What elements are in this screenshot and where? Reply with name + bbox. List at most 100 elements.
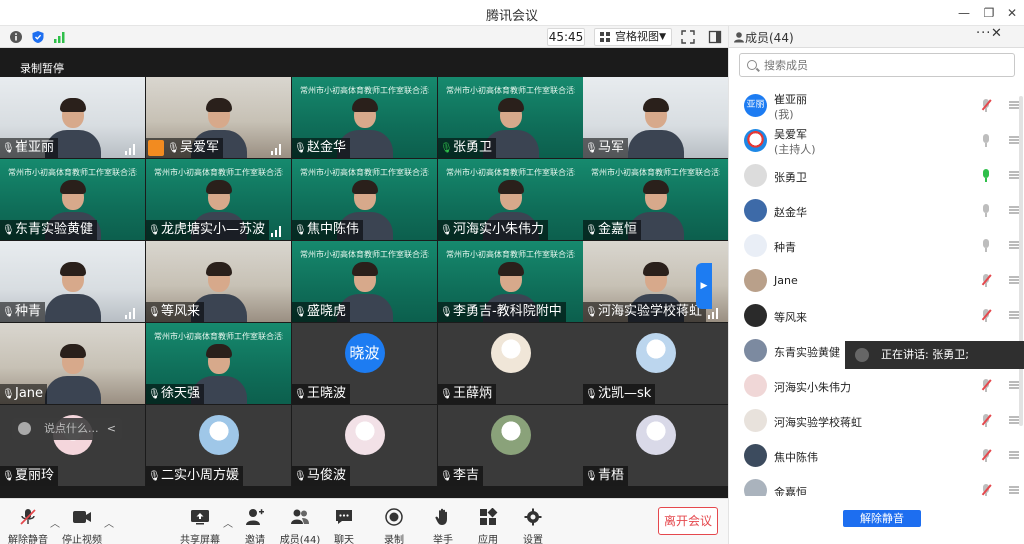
- mic-muted-icon[interactable]: [981, 274, 992, 287]
- next-page-arrow[interactable]: ▶: [696, 263, 712, 309]
- member-search-input[interactable]: [764, 56, 1004, 74]
- signal-strength-icon: [708, 308, 720, 319]
- participant-tile[interactable]: 常州市小初高体育教师工作室联合活动 🎙徐天强: [146, 323, 291, 404]
- camera-status-icon: [1009, 171, 1019, 179]
- member-row[interactable]: 种青: [729, 228, 1024, 263]
- emoji-icon[interactable]: [18, 422, 31, 435]
- member-row[interactable]: 张勇卫: [729, 158, 1024, 193]
- mic-muted-icon[interactable]: [981, 484, 992, 496]
- mic-muted-icon: 🎙: [148, 471, 161, 482]
- participant-tile[interactable]: 常州市小初高体育教师工作室联合活动 🎙赵金华: [292, 77, 437, 158]
- member-row[interactable]: 焦中陈伟: [729, 438, 1024, 473]
- mic-active-icon[interactable]: [982, 169, 990, 182]
- participant-tile[interactable]: 常州市小初高体育教师工作室联合活动 🎙龙虎塘实小—苏波: [146, 159, 291, 240]
- participant-tile[interactable]: 🎙沈凯—sk: [583, 323, 728, 404]
- participant-name: Jane: [15, 386, 44, 401]
- participant-tile[interactable]: 常州市小初高体育教师工作室联合活动 🎙金嘉恒: [583, 159, 728, 240]
- collapse-chevron-icon[interactable]: <: [107, 418, 116, 440]
- camera-status-icon: [1009, 241, 1019, 249]
- settings-button[interactable]: 设置: [505, 499, 561, 544]
- maximize-icon[interactable]: ❐: [978, 4, 1000, 22]
- view-mode-button[interactable]: 宫格视图 ▼: [594, 28, 672, 46]
- participant-avatar: [490, 333, 531, 373]
- member-list: 亚丽 崔亚丽 (我) 吴爱军 (主持人) 张勇卫 赵金华 种青 Jane 等风来 东青实验黄健 河海实…: [729, 88, 1024, 496]
- participant-tile[interactable]: 常州市小初高体育教师工作室联合活动 🎙河海实小朱伟力: [438, 159, 583, 240]
- member-row[interactable]: 河海实小朱伟力: [729, 368, 1024, 403]
- info-icon[interactable]: [9, 30, 23, 44]
- member-avatar: [744, 304, 767, 327]
- participant-video: [43, 342, 103, 404]
- member-row[interactable]: 吴爱军 (主持人): [729, 123, 1024, 158]
- participant-name: 金嘉恒: [598, 222, 638, 237]
- member-row[interactable]: 亚丽 崔亚丽 (我): [729, 88, 1024, 123]
- mic-muted-icon: 🎙: [294, 307, 307, 318]
- participant-name-label: 🎙夏丽玲: [0, 466, 59, 486]
- network-signal-icon[interactable]: [53, 30, 67, 44]
- participant-tile[interactable]: 🎙等风来: [146, 241, 291, 322]
- participant-tile[interactable]: 常州市小初高体育教师工作室联合活动 🎙张勇卫: [438, 77, 583, 158]
- member-row[interactable]: 赵金华: [729, 193, 1024, 228]
- participant-name-label: 🎙赵金华: [292, 138, 351, 158]
- meeting-toolbar: 45:45 宫格视图 ▼: [0, 26, 728, 48]
- participant-tile[interactable]: 🎙李吉: [438, 405, 583, 486]
- close-panel-icon[interactable]: ✕: [991, 26, 1002, 41]
- video-options-chevron-icon[interactable]: ︿: [104, 515, 114, 530]
- member-row[interactable]: Jane: [729, 263, 1024, 298]
- participant-tile[interactable]: 🎙王薛炳: [438, 323, 583, 404]
- mic-muted-icon: 🎙: [440, 307, 453, 318]
- participant-tile[interactable]: 常州市小初高体育教师工作室联合活动 🎙李勇吉-教科院附中: [438, 241, 583, 322]
- member-search[interactable]: [739, 53, 1015, 77]
- add-user-icon: [246, 509, 264, 525]
- mic-icon[interactable]: [982, 204, 990, 217]
- hand-icon: [435, 508, 447, 525]
- minimize-icon[interactable]: —: [953, 4, 975, 22]
- mic-muted-icon[interactable]: [981, 379, 992, 392]
- quick-chat-input[interactable]: 说点什么... <: [12, 418, 122, 440]
- participant-avatar: [344, 415, 385, 455]
- participant-tile[interactable]: 🎙青梧: [583, 405, 728, 486]
- leave-meeting-button[interactable]: 离开会议: [658, 507, 718, 535]
- participant-tile[interactable]: 🎙崔亚丽: [0, 77, 145, 158]
- mic-muted-icon[interactable]: [981, 309, 992, 322]
- mic-muted-icon: 🎙: [585, 143, 598, 154]
- more-options-icon[interactable]: ···: [976, 26, 991, 41]
- stop-video-button[interactable]: 停止视频: [54, 499, 110, 544]
- member-name: Jane: [774, 274, 798, 287]
- participant-name: 马军: [598, 140, 625, 155]
- participant-tile[interactable]: 🎙二实小周方媛: [146, 405, 291, 486]
- participant-tile[interactable]: 🎙Jane: [0, 323, 145, 404]
- participant-tile[interactable]: 常州市小初高体育教师工作室联合活动 🎙焦中陈伟: [292, 159, 437, 240]
- participant-tile[interactable]: 🎙马军: [583, 77, 728, 158]
- participant-name: 徐天强: [161, 386, 201, 401]
- member-row[interactable]: 金嘉恒: [729, 473, 1024, 496]
- participant-tile[interactable]: 常州市小初高体育教师工作室联合活动 🎙东青实验黄健: [0, 159, 145, 240]
- participant-tile[interactable]: 🎙夏丽玲 说点什么... <: [0, 405, 145, 486]
- mic-muted-icon[interactable]: [981, 99, 992, 112]
- participant-avatar: [635, 415, 676, 455]
- close-icon[interactable]: ✕: [1001, 4, 1023, 22]
- fullscreen-icon[interactable]: [681, 30, 695, 44]
- mic-icon[interactable]: [982, 134, 990, 147]
- participant-tile[interactable]: 晓波 🎙王晓波: [292, 323, 437, 404]
- member-avatar: [744, 234, 767, 257]
- member-name: 赵金华: [774, 206, 807, 219]
- participant-tile[interactable]: 🎙种青: [0, 241, 145, 322]
- members-panel-header: 成员(44) ··· ✕: [729, 26, 1024, 48]
- participant-tile[interactable]: 🎙马俊波: [292, 405, 437, 486]
- participant-name: 二实小周方媛: [161, 468, 240, 483]
- participant-name: 等风来: [161, 304, 201, 319]
- mic-muted-icon[interactable]: [981, 414, 992, 427]
- member-row[interactable]: 河海实验学校蒋虹: [729, 403, 1024, 438]
- participant-tile[interactable]: 常州市小初高体育教师工作室联合活动 🎙盛晓虎: [292, 241, 437, 322]
- participant-name: 河海实验学校蒋虹: [598, 304, 703, 319]
- mic-muted-icon[interactable]: [981, 449, 992, 462]
- mic-icon[interactable]: [982, 239, 990, 252]
- member-list-scrollbar[interactable]: [1019, 96, 1023, 426]
- participant-name: 王薛炳: [453, 386, 493, 401]
- participant-tile[interactable]: 🎙吴爱军: [146, 77, 291, 158]
- member-row[interactable]: 等风来: [729, 298, 1024, 333]
- shield-icon[interactable]: [31, 30, 45, 44]
- unmute-all-button[interactable]: 解除静音: [843, 510, 921, 527]
- participant-avatar: [490, 415, 531, 455]
- sidebar-toggle-icon[interactable]: [708, 30, 722, 44]
